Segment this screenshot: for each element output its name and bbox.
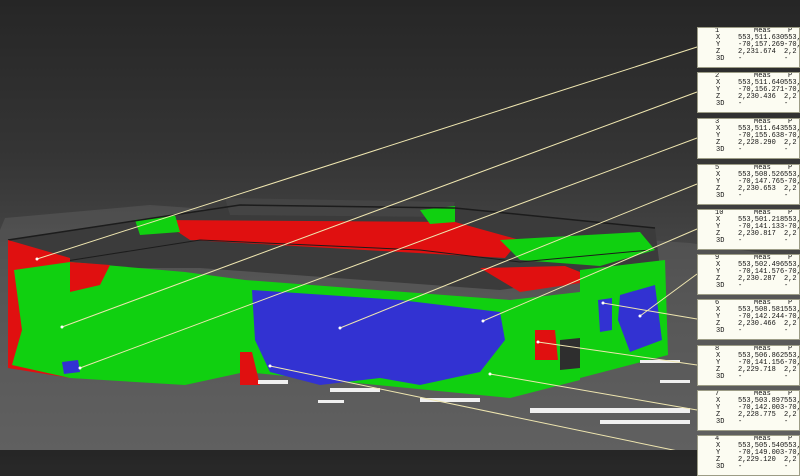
wall-right-dark-opening [560, 338, 580, 370]
measured-value: 2,228.775 [738, 411, 776, 419]
measured-value: 2,230.653 [738, 185, 776, 193]
measurement-point-6[interactable] [601, 301, 605, 305]
measurement-point-7[interactable] [488, 372, 492, 376]
measurement-callout-6[interactable]: 6MeasPX553,508.581553,5Y-70,142.244-70,1… [697, 299, 800, 340]
measured-value: -70,149.003 [738, 449, 785, 457]
measurement-callout-5[interactable]: 5MeasPX553,508.526553,5Y-70,147.765-70,1… [697, 164, 800, 205]
axis-label: 3D [716, 237, 725, 245]
measured-value: - [738, 373, 743, 381]
reference-value: -70,1 [784, 449, 799, 457]
measured-value: - [738, 100, 743, 108]
callout-row-3d: 3D - - [698, 193, 799, 200]
measured-value: - [738, 55, 743, 63]
measurement-callout-7[interactable]: 7MeasPX553,503.897553,5Y-70,142.003-70,1… [697, 390, 800, 431]
axis-label: 3D [716, 146, 725, 154]
measurement-point-8[interactable] [536, 340, 540, 344]
measured-value: - [738, 146, 743, 154]
callout-row-y: Y -70,149.003-70,1 [698, 450, 799, 457]
measured-value: - [738, 282, 743, 290]
measurement-point-10[interactable] [481, 319, 485, 323]
reference-value: - [784, 237, 789, 245]
wall-left-blue-patch [62, 360, 80, 374]
callout-row-z: Z 2,229.120 2,2 [698, 457, 799, 464]
callout-row-3d: 3D - - [698, 464, 799, 471]
measurement-point-5[interactable] [338, 326, 342, 330]
axis-label: 3D [716, 192, 725, 200]
measured-value: 2,228.290 [738, 139, 776, 147]
measurement-callout-3[interactable]: 3MeasPX553,511.643553,5Y-70,155.638-70,1… [697, 118, 800, 159]
reference-value: - [784, 282, 789, 290]
reference-value: 2,2 [784, 456, 797, 464]
axis-label: Y [716, 449, 721, 457]
measured-value: - [738, 327, 743, 335]
measured-value: 2,230.287 [738, 275, 776, 283]
wall-left-side [185, 272, 245, 385]
measured-value: - [738, 463, 743, 471]
measured-value: 2,230.817 [738, 230, 776, 238]
measurement-callout-10[interactable]: 10MeasPX553,501.218553,5Y-70,141.133-70,… [697, 209, 800, 250]
measurement-point-3[interactable] [78, 366, 82, 370]
measurement-point-4[interactable] [268, 364, 272, 368]
axis-label: Z [716, 456, 721, 464]
axis-label: 3D [716, 327, 725, 335]
callout-row-3d: 3D - - [698, 147, 799, 154]
axis-label: 3D [716, 418, 725, 426]
measurement-callout-4[interactable]: 4MeasPX553,505.540553,5Y-70,149.003-70,1… [697, 435, 800, 476]
measurement-point-2[interactable] [60, 325, 64, 329]
axis-label: 3D [716, 282, 725, 290]
wall-right-red-patch [535, 330, 558, 360]
axis-label: 3D [716, 373, 725, 381]
axis-label: 3D [716, 100, 725, 108]
reference-value: - [784, 100, 789, 108]
3d-viewport[interactable] [0, 0, 800, 450]
measured-value: 2,231.674 [738, 48, 776, 56]
measured-value: 2,230.436 [738, 93, 776, 101]
measurement-callout-9[interactable]: 9MeasPX553,502.496553,5Y-70,141.576-70,1… [697, 254, 800, 295]
measured-value: 2,229.718 [738, 366, 776, 374]
measured-value: - [738, 192, 743, 200]
measured-value: - [738, 237, 743, 245]
callout-row-3d: 3D - - [698, 328, 799, 335]
axis-label: 3D [716, 55, 725, 63]
callout-row-3d: 3D - - [698, 101, 799, 108]
reference-value: - [784, 327, 789, 335]
measured-value: 2,230.466 [738, 320, 776, 328]
callout-row-3d: 3D - - [698, 238, 799, 245]
callout-row-3d: 3D - - [698, 56, 799, 63]
wall-left-green [12, 262, 70, 378]
measurement-callout-1[interactable]: 1MeasPX553,511.630553,5Y-70,157.269-70,1… [697, 27, 800, 68]
measured-value: 2,229.120 [738, 456, 776, 464]
reference-value: - [784, 192, 789, 200]
callout-row-3d: 3D - - [698, 283, 799, 290]
reference-value: - [784, 373, 789, 381]
measurement-callout-2[interactable]: 2MeasPX553,511.640553,5Y-70,156.271-70,1… [697, 72, 800, 113]
measurement-point-1[interactable] [35, 257, 39, 261]
measurement-callout-8[interactable]: 8MeasPX553,506.862553,5Y-70,141.156-70,1… [697, 345, 800, 386]
measurement-point-9[interactable] [638, 314, 642, 318]
callout-row-3d: 3D - - [698, 374, 799, 381]
reference-value: - [784, 146, 789, 154]
reference-value: - [784, 463, 789, 471]
reference-value: - [784, 418, 789, 426]
measured-value: - [738, 418, 743, 426]
building-model[interactable] [7, 198, 668, 398]
axis-label: 3D [716, 463, 725, 471]
reference-value: - [784, 55, 789, 63]
callout-row-3d: 3D - - [698, 419, 799, 426]
